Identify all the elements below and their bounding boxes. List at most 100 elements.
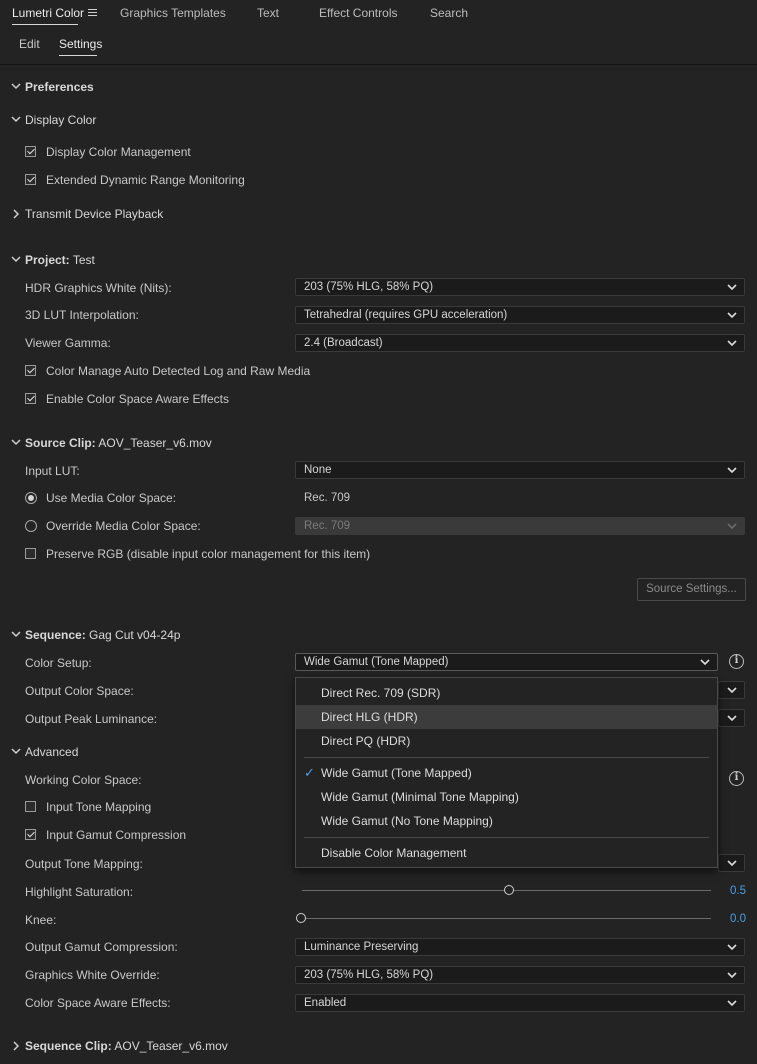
section-source-clip[interactable]: Source Clip: AOV_Teaser_v6.mov bbox=[11, 435, 212, 451]
input-lut-label: Input LUT: bbox=[25, 464, 80, 478]
viewer-gamma-dropdown[interactable]: 2.4 (Broadcast) bbox=[295, 334, 745, 352]
chevron-down-icon bbox=[727, 972, 737, 979]
knee-slider[interactable] bbox=[302, 918, 711, 919]
section-sequence-clip[interactable]: Sequence Clip: AOV_Teaser_v6.mov bbox=[11, 1038, 228, 1054]
auto-log-raw-label: Color Manage Auto Detected Log and Raw M… bbox=[46, 364, 311, 378]
use-media-color-space-label: Use Media Color Space: bbox=[46, 491, 177, 505]
menu-item-direct-pq[interactable]: Direct PQ (HDR) bbox=[296, 729, 717, 753]
section-transmit-device-playback[interactable]: Transmit Device Playback bbox=[11, 206, 163, 222]
section-sequence[interactable]: Sequence: Gag Cut v04-24p bbox=[11, 627, 180, 643]
menu-item-disable-color-management[interactable]: Disable Color Management bbox=[296, 841, 717, 865]
section-preferences[interactable]: Preferences bbox=[11, 79, 94, 95]
chevron-down-icon bbox=[11, 744, 21, 760]
color-space-aware-effects-dropdown[interactable]: Enabled bbox=[295, 994, 745, 1012]
menu-item-direct-rec709[interactable]: Direct Rec. 709 (SDR) bbox=[296, 681, 717, 705]
section-project[interactable]: Project: Test bbox=[11, 252, 95, 268]
graphics-white-override-dropdown[interactable]: 203 (75% HLG, 58% PQ) bbox=[295, 966, 745, 984]
display-color-management-checkbox[interactable] bbox=[25, 146, 36, 157]
output-color-space-dropdown[interactable] bbox=[718, 681, 745, 699]
chevron-down-icon bbox=[727, 523, 737, 530]
viewer-gamma-label: Viewer Gamma: bbox=[25, 336, 111, 350]
knee-thumb[interactable] bbox=[296, 913, 306, 923]
chevron-down-icon bbox=[11, 627, 21, 643]
divider bbox=[0, 64, 757, 65]
chevron-down-icon bbox=[727, 284, 737, 291]
edr-monitoring-label: Extended Dynamic Range Monitoring bbox=[46, 173, 245, 187]
knee-label: Knee: bbox=[25, 913, 57, 927]
graphics-white-override-label: Graphics White Override: bbox=[25, 968, 160, 982]
section-advanced[interactable]: Advanced bbox=[11, 744, 78, 760]
working-color-space-label: Working Color Space: bbox=[25, 773, 142, 787]
highlight-saturation-value[interactable]: 0.5 bbox=[722, 883, 746, 899]
preserve-rgb-checkbox[interactable] bbox=[25, 548, 36, 559]
lut-interpolation-dropdown[interactable]: Tetrahedral (requires GPU acceleration) bbox=[295, 306, 745, 324]
tab-effect-controls[interactable]: Effect Controls bbox=[319, 6, 397, 20]
override-media-color-space-label: Override Media Color Space: bbox=[46, 519, 201, 533]
menu-item-wide-gamut-no-tone-mapping[interactable]: Wide Gamut (No Tone Mapping) bbox=[296, 809, 717, 833]
chevron-down-icon bbox=[727, 1000, 737, 1007]
output-color-space-label: Output Color Space: bbox=[25, 684, 134, 698]
chevron-down-icon bbox=[11, 79, 21, 95]
hdr-graphics-white-dropdown[interactable]: 203 (75% HLG, 58% PQ) bbox=[295, 278, 745, 296]
auto-log-raw-checkbox[interactable] bbox=[25, 365, 36, 376]
chevron-right-icon bbox=[11, 206, 21, 222]
input-gamut-compression-label: Input Gamut Compression bbox=[46, 828, 187, 842]
menu-separator bbox=[304, 837, 709, 838]
active-subtab-underline bbox=[59, 55, 97, 56]
hdr-graphics-white-label: HDR Graphics White (Nits): bbox=[25, 281, 172, 295]
chevron-down-icon bbox=[727, 340, 737, 347]
input-tone-mapping-checkbox[interactable] bbox=[25, 801, 36, 812]
panel-menu-icon[interactable] bbox=[88, 9, 97, 17]
chevron-down-icon bbox=[727, 944, 737, 951]
chevron-down-icon bbox=[727, 687, 737, 694]
highlight-saturation-label: Highlight Saturation: bbox=[25, 885, 134, 899]
tab-search[interactable]: Search bbox=[430, 6, 468, 20]
output-tone-mapping-dropdown[interactable] bbox=[718, 854, 745, 872]
output-tone-mapping-label: Output Tone Mapping: bbox=[25, 857, 143, 871]
override-media-color-space-dropdown: Rec. 709 bbox=[295, 517, 745, 535]
output-peak-luminance-label: Output Peak Luminance: bbox=[25, 712, 158, 726]
override-media-color-space-radio[interactable] bbox=[25, 520, 37, 532]
chevron-down-icon bbox=[727, 860, 737, 867]
output-peak-luminance-dropdown[interactable] bbox=[718, 709, 745, 727]
preserve-rgb-label: Preserve RGB (disable input color manage… bbox=[46, 547, 371, 561]
chevron-right-icon bbox=[11, 1038, 21, 1054]
active-tab-underline bbox=[12, 24, 78, 25]
space-aware-effects-label: Enable Color Space Aware Effects bbox=[46, 392, 229, 406]
chevron-down-icon bbox=[727, 715, 737, 722]
panel-tab-bar: Lumetri Color Graphics Templates Text Ef… bbox=[0, 0, 757, 28]
color-setup-label: Color Setup: bbox=[25, 656, 92, 670]
tab-lumetri-color[interactable]: Lumetri Color bbox=[12, 6, 84, 20]
info-icon[interactable]: i bbox=[729, 771, 744, 786]
chevron-down-icon bbox=[11, 112, 21, 128]
chevron-down-icon bbox=[700, 659, 710, 666]
checkmark-icon: ✓ bbox=[304, 765, 315, 780]
source-settings-button[interactable]: Source Settings... bbox=[637, 578, 746, 601]
output-gamut-compression-dropdown[interactable]: Luminance Preserving bbox=[295, 938, 745, 956]
subtab-settings[interactable]: Settings bbox=[59, 37, 102, 51]
color-setup-menu: Direct Rec. 709 (SDR) Direct HLG (HDR) D… bbox=[295, 677, 718, 868]
subtab-edit[interactable]: Edit bbox=[19, 37, 40, 51]
menu-item-wide-gamut-tone-mapped[interactable]: ✓ Wide Gamut (Tone Mapped) bbox=[296, 761, 717, 785]
chevron-down-icon bbox=[727, 312, 737, 319]
menu-separator bbox=[304, 757, 709, 758]
color-setup-dropdown[interactable]: Wide Gamut (Tone Mapped) bbox=[295, 653, 718, 671]
tab-text[interactable]: Text bbox=[257, 6, 279, 20]
chevron-down-icon bbox=[727, 467, 737, 474]
edr-monitoring-checkbox[interactable] bbox=[25, 174, 36, 185]
menu-item-wide-gamut-minimal[interactable]: Wide Gamut (Minimal Tone Mapping) bbox=[296, 785, 717, 809]
menu-item-direct-hlg[interactable]: Direct HLG (HDR) bbox=[296, 705, 717, 729]
input-gamut-compression-checkbox[interactable] bbox=[25, 829, 36, 840]
use-media-color-space-radio[interactable] bbox=[25, 492, 37, 504]
input-lut-dropdown[interactable]: None bbox=[295, 461, 745, 479]
knee-value[interactable]: 0.0 bbox=[722, 911, 746, 927]
info-icon[interactable]: i bbox=[729, 654, 744, 669]
section-display-color[interactable]: Display Color bbox=[11, 112, 96, 128]
output-gamut-compression-label: Output Gamut Compression: bbox=[25, 940, 178, 954]
tab-graphics-templates[interactable]: Graphics Templates bbox=[120, 6, 226, 20]
media-color-space-value: Rec. 709 bbox=[304, 492, 351, 504]
color-space-aware-effects-label: Color Space Aware Effects: bbox=[25, 996, 171, 1010]
highlight-saturation-thumb[interactable] bbox=[504, 885, 514, 895]
space-aware-effects-checkbox[interactable] bbox=[25, 393, 36, 404]
input-tone-mapping-label: Input Tone Mapping bbox=[46, 800, 152, 814]
